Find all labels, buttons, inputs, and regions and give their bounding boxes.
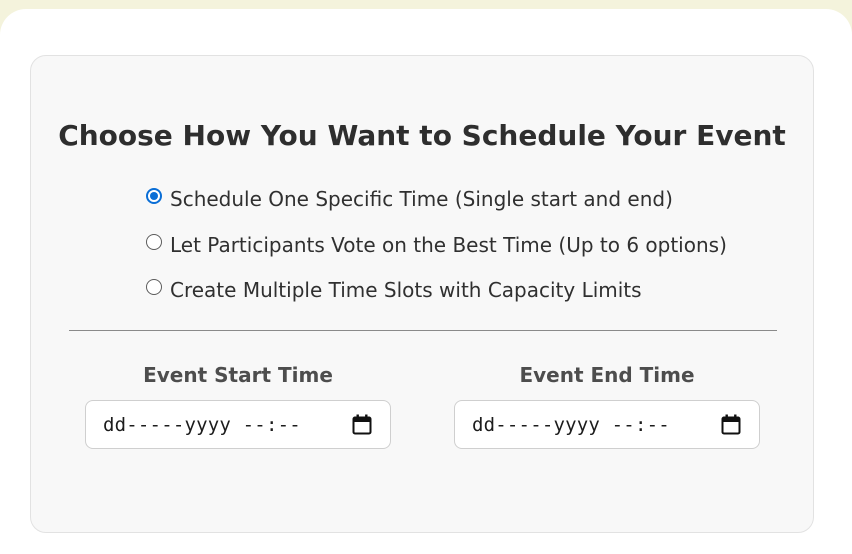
radio-multiple-slots[interactable] <box>146 279 162 295</box>
radio-vote-time[interactable] <box>146 233 162 250</box>
option-single-time[interactable]: Schedule One Specific Time (Single start… <box>146 184 727 214</box>
page-title: Choose How You Want to Schedule Your Eve… <box>58 119 786 152</box>
start-time-value[interactable]: dd-----yyyy --:-- <box>103 414 301 436</box>
end-time-field: Event End Time dd-----yyyy --:-- <box>454 360 760 449</box>
calendar-icon[interactable] <box>721 414 741 436</box>
radio-single-time[interactable] <box>146 188 162 204</box>
schedule-options-group: Schedule One Specific Time (Single start… <box>146 184 727 321</box>
end-time-label: Event End Time <box>519 363 695 387</box>
section-divider <box>69 330 777 331</box>
start-time-input[interactable]: dd-----yyyy --:-- <box>85 400 391 449</box>
option-single-time-label[interactable]: Schedule One Specific Time (Single start… <box>170 187 673 211</box>
option-vote-time-label[interactable]: Let Participants Vote on the Best Time (… <box>170 233 727 257</box>
end-time-input[interactable]: dd-----yyyy --:-- <box>454 400 760 449</box>
start-time-label: Event Start Time <box>143 363 333 387</box>
calendar-icon[interactable] <box>352 414 372 436</box>
end-time-value[interactable]: dd-----yyyy --:-- <box>472 414 670 436</box>
option-multiple-slots-label[interactable]: Create Multiple Time Slots with Capacity… <box>170 278 642 302</box>
option-vote-time[interactable]: Let Participants Vote on the Best Time (… <box>146 230 727 260</box>
option-multiple-slots[interactable]: Create Multiple Time Slots with Capacity… <box>146 275 727 305</box>
start-time-field: Event Start Time dd-----yyyy --:-- <box>85 360 391 449</box>
